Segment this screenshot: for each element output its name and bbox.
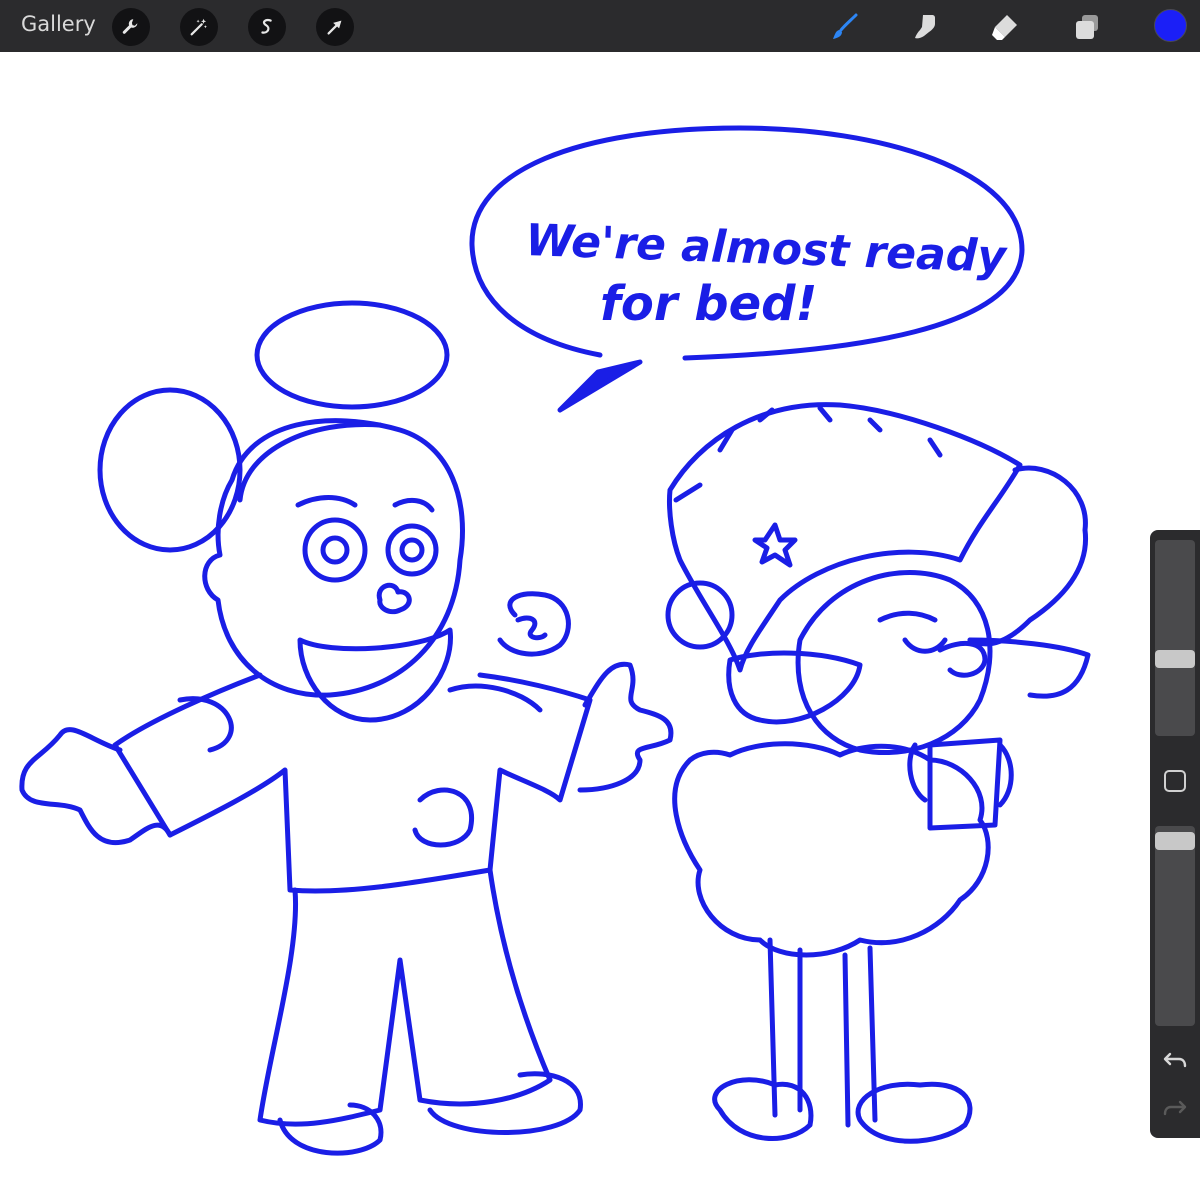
speech-text-line2: for bed! xyxy=(600,276,817,332)
sheep-hair xyxy=(967,465,1089,647)
brush-icon[interactable] xyxy=(826,8,864,46)
speech-text-line1: We're almost ready xyxy=(525,215,1009,283)
brush-sidebar xyxy=(1150,530,1200,1138)
layers-icon[interactable] xyxy=(1068,8,1106,46)
modify-button[interactable] xyxy=(1164,770,1186,792)
boy-shirt xyxy=(112,672,593,894)
drawing-canvas[interactable]: We're almost ready for bed! xyxy=(0,52,1200,1191)
top-toolbar: Gallery xyxy=(0,0,1200,52)
brush-size-slider[interactable] xyxy=(1155,540,1195,736)
cup xyxy=(927,737,1003,831)
sheep-left-slipper xyxy=(712,1077,814,1141)
transform-arrow-icon[interactable] xyxy=(316,8,354,46)
undo-icon[interactable] xyxy=(1161,1046,1189,1074)
sheep-legs xyxy=(767,937,878,1128)
opacity-thumb[interactable] xyxy=(1155,832,1195,850)
opacity-slider[interactable] xyxy=(1155,826,1195,1026)
redo-icon[interactable] xyxy=(1161,1094,1189,1122)
boy-right-hand xyxy=(577,661,674,793)
gallery-button[interactable]: Gallery xyxy=(21,12,96,36)
selection-s-icon[interactable] xyxy=(248,8,286,46)
sheep-face xyxy=(795,570,993,756)
smudge-icon[interactable] xyxy=(906,8,944,46)
speech-bubble-tail xyxy=(557,359,643,413)
eraser-icon[interactable] xyxy=(986,8,1024,46)
magic-wand-icon[interactable] xyxy=(180,8,218,46)
brush-size-thumb[interactable] xyxy=(1155,650,1195,668)
halo-ellipse xyxy=(254,300,450,410)
sheep-body-wool xyxy=(672,741,991,958)
hat-brim xyxy=(726,650,863,725)
color-picker-button[interactable] xyxy=(1154,9,1187,42)
boy-head xyxy=(202,418,465,698)
boy-left-hand xyxy=(19,727,173,846)
wrench-icon[interactable] xyxy=(112,8,150,46)
boy-pants xyxy=(257,867,553,1127)
